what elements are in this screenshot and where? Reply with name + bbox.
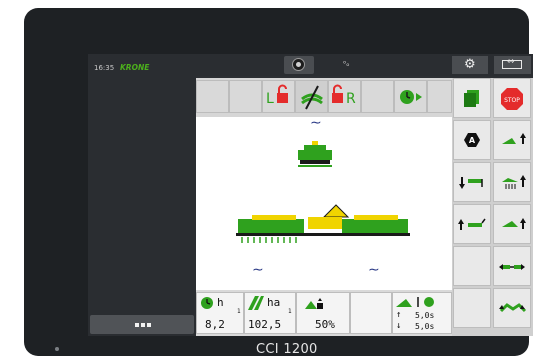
- wave-right-icon: ∼: [368, 262, 380, 278]
- raise-harrow-icon: [502, 175, 526, 189]
- lock-right-button[interactable]: R: [328, 80, 361, 113]
- lock-right-icon: R: [332, 84, 356, 107]
- play-icon: [400, 90, 422, 104]
- metric-slot-empty: [350, 292, 392, 334]
- lower-left-button[interactable]: [453, 162, 491, 202]
- machine-graphic: [236, 141, 410, 243]
- power-indicator-dot: [55, 347, 59, 351]
- down-arrow-icon: ↓: [396, 321, 402, 331]
- fill-percent: 50%: [315, 318, 335, 331]
- empty-softkey[interactable]: [453, 246, 491, 286]
- hopper-icon: [305, 298, 323, 309]
- clock-time: 16:35: [94, 64, 115, 72]
- screen-swap-icon: [502, 57, 522, 69]
- raise-harrow-button[interactable]: [493, 162, 531, 202]
- fill-level-metric: 50%: [296, 292, 350, 334]
- empty-softkey-2[interactable]: [453, 288, 491, 328]
- timer-down: 5,0s: [415, 322, 435, 331]
- lock-left-button[interactable]: L: [262, 80, 295, 113]
- more-icon: [135, 323, 151, 327]
- device-brand-label: CCI 1200: [256, 342, 318, 357]
- field-icon: [248, 296, 264, 310]
- up-arrow-icon: ↑: [396, 310, 402, 320]
- copy-button[interactable]: [453, 78, 491, 118]
- area-metric: ha 1 102,5: [244, 292, 296, 334]
- hours-value: 8,2: [205, 318, 225, 331]
- isobus-icon: [292, 58, 305, 71]
- hours-subscript: 1: [237, 308, 241, 315]
- play-button[interactable]: [394, 80, 427, 113]
- lock-right-letter: R: [346, 91, 356, 107]
- stop-icon: STOP: [501, 88, 523, 110]
- left-panel: 16:35 KRONE: [88, 54, 196, 336]
- top-bar: ᵒₒ ⚙: [196, 54, 533, 76]
- signal-icon: ᵒₒ: [343, 59, 350, 68]
- main-area: L R ∼ ∼ ∼ h 1 8,2 ha 1 102,5 50% ↑ 5,0s …: [196, 78, 452, 336]
- metrics-bar: h 1 8,2 ha 1 102,5 50% ↑ 5,0s ↓ 5,0s: [196, 290, 452, 336]
- area-subscript: 1: [288, 308, 292, 315]
- raise-button[interactable]: [493, 120, 531, 160]
- area-value: 102,5: [248, 318, 282, 331]
- front-unit-icon: [298, 141, 332, 167]
- no-pass-button[interactable]: [295, 80, 328, 113]
- hours-unit: h: [217, 296, 224, 309]
- stop-button[interactable]: STOP: [493, 78, 531, 118]
- lock-left-icon: L: [266, 84, 288, 107]
- right-softkeys: STOP A: [452, 78, 533, 336]
- screen-swap-button[interactable]: [494, 56, 531, 74]
- lower-left-icon: [459, 177, 483, 189]
- no-pass-icon: [301, 85, 323, 110]
- auto-button[interactable]: A: [453, 120, 491, 160]
- fold-button[interactable]: [493, 288, 531, 328]
- iso-bus-button[interactable]: [284, 56, 314, 74]
- raise-lower-icon: [396, 297, 434, 307]
- svg-text:STOP: STOP: [504, 97, 520, 104]
- timer-up: 5,0s: [415, 311, 435, 320]
- raise-right-icon: [502, 218, 526, 229]
- wave-left-icon: ∼: [252, 262, 264, 278]
- raise-right-button[interactable]: [493, 204, 531, 244]
- toolbar-slot-6[interactable]: [361, 80, 394, 113]
- toolbar-slot-1[interactable]: [196, 80, 229, 113]
- menu-button[interactable]: [90, 315, 194, 334]
- raise-left-button[interactable]: [453, 204, 491, 244]
- rear-combination-icon: [236, 204, 410, 243]
- brand-logo: KRONE: [120, 63, 150, 72]
- width-adjust-button[interactable]: [493, 246, 531, 286]
- clock-icon: [201, 297, 213, 309]
- svg-text:A: A: [469, 136, 476, 145]
- display-screen: 16:35 KRONE ᵒₒ ⚙ ⇔ L R ∼ ∼ ∼ h 1 8,2 ha …: [88, 54, 533, 336]
- gear-icon: ⚙: [464, 57, 476, 72]
- settings-button[interactable]: ⚙: [452, 56, 488, 74]
- raise-left-icon: [458, 218, 486, 230]
- machine-view: ∼ ∼ ∼: [196, 115, 452, 290]
- terminal-bezel: CCI 1200 16:35 KRONE ᵒₒ ⚙ ⇔ L R ∼ ∼ ∼ h …: [24, 8, 533, 357]
- timer-metric: ↑ 5,0s ↓ 5,0s: [392, 292, 452, 334]
- area-unit: ha: [267, 296, 281, 309]
- auto-icon: A: [464, 133, 480, 147]
- raise-icon: [502, 133, 526, 144]
- fold-icon: [499, 303, 527, 313]
- copy-icon: [464, 90, 479, 107]
- section-toolbar: L R: [196, 78, 452, 117]
- lock-left-letter: L: [266, 91, 274, 107]
- hours-metric: h 1 8,2: [196, 292, 244, 334]
- toolbar-slot-8[interactable]: [427, 80, 452, 113]
- toolbar-slot-2[interactable]: [229, 80, 262, 113]
- width-adjust-icon: [499, 264, 525, 270]
